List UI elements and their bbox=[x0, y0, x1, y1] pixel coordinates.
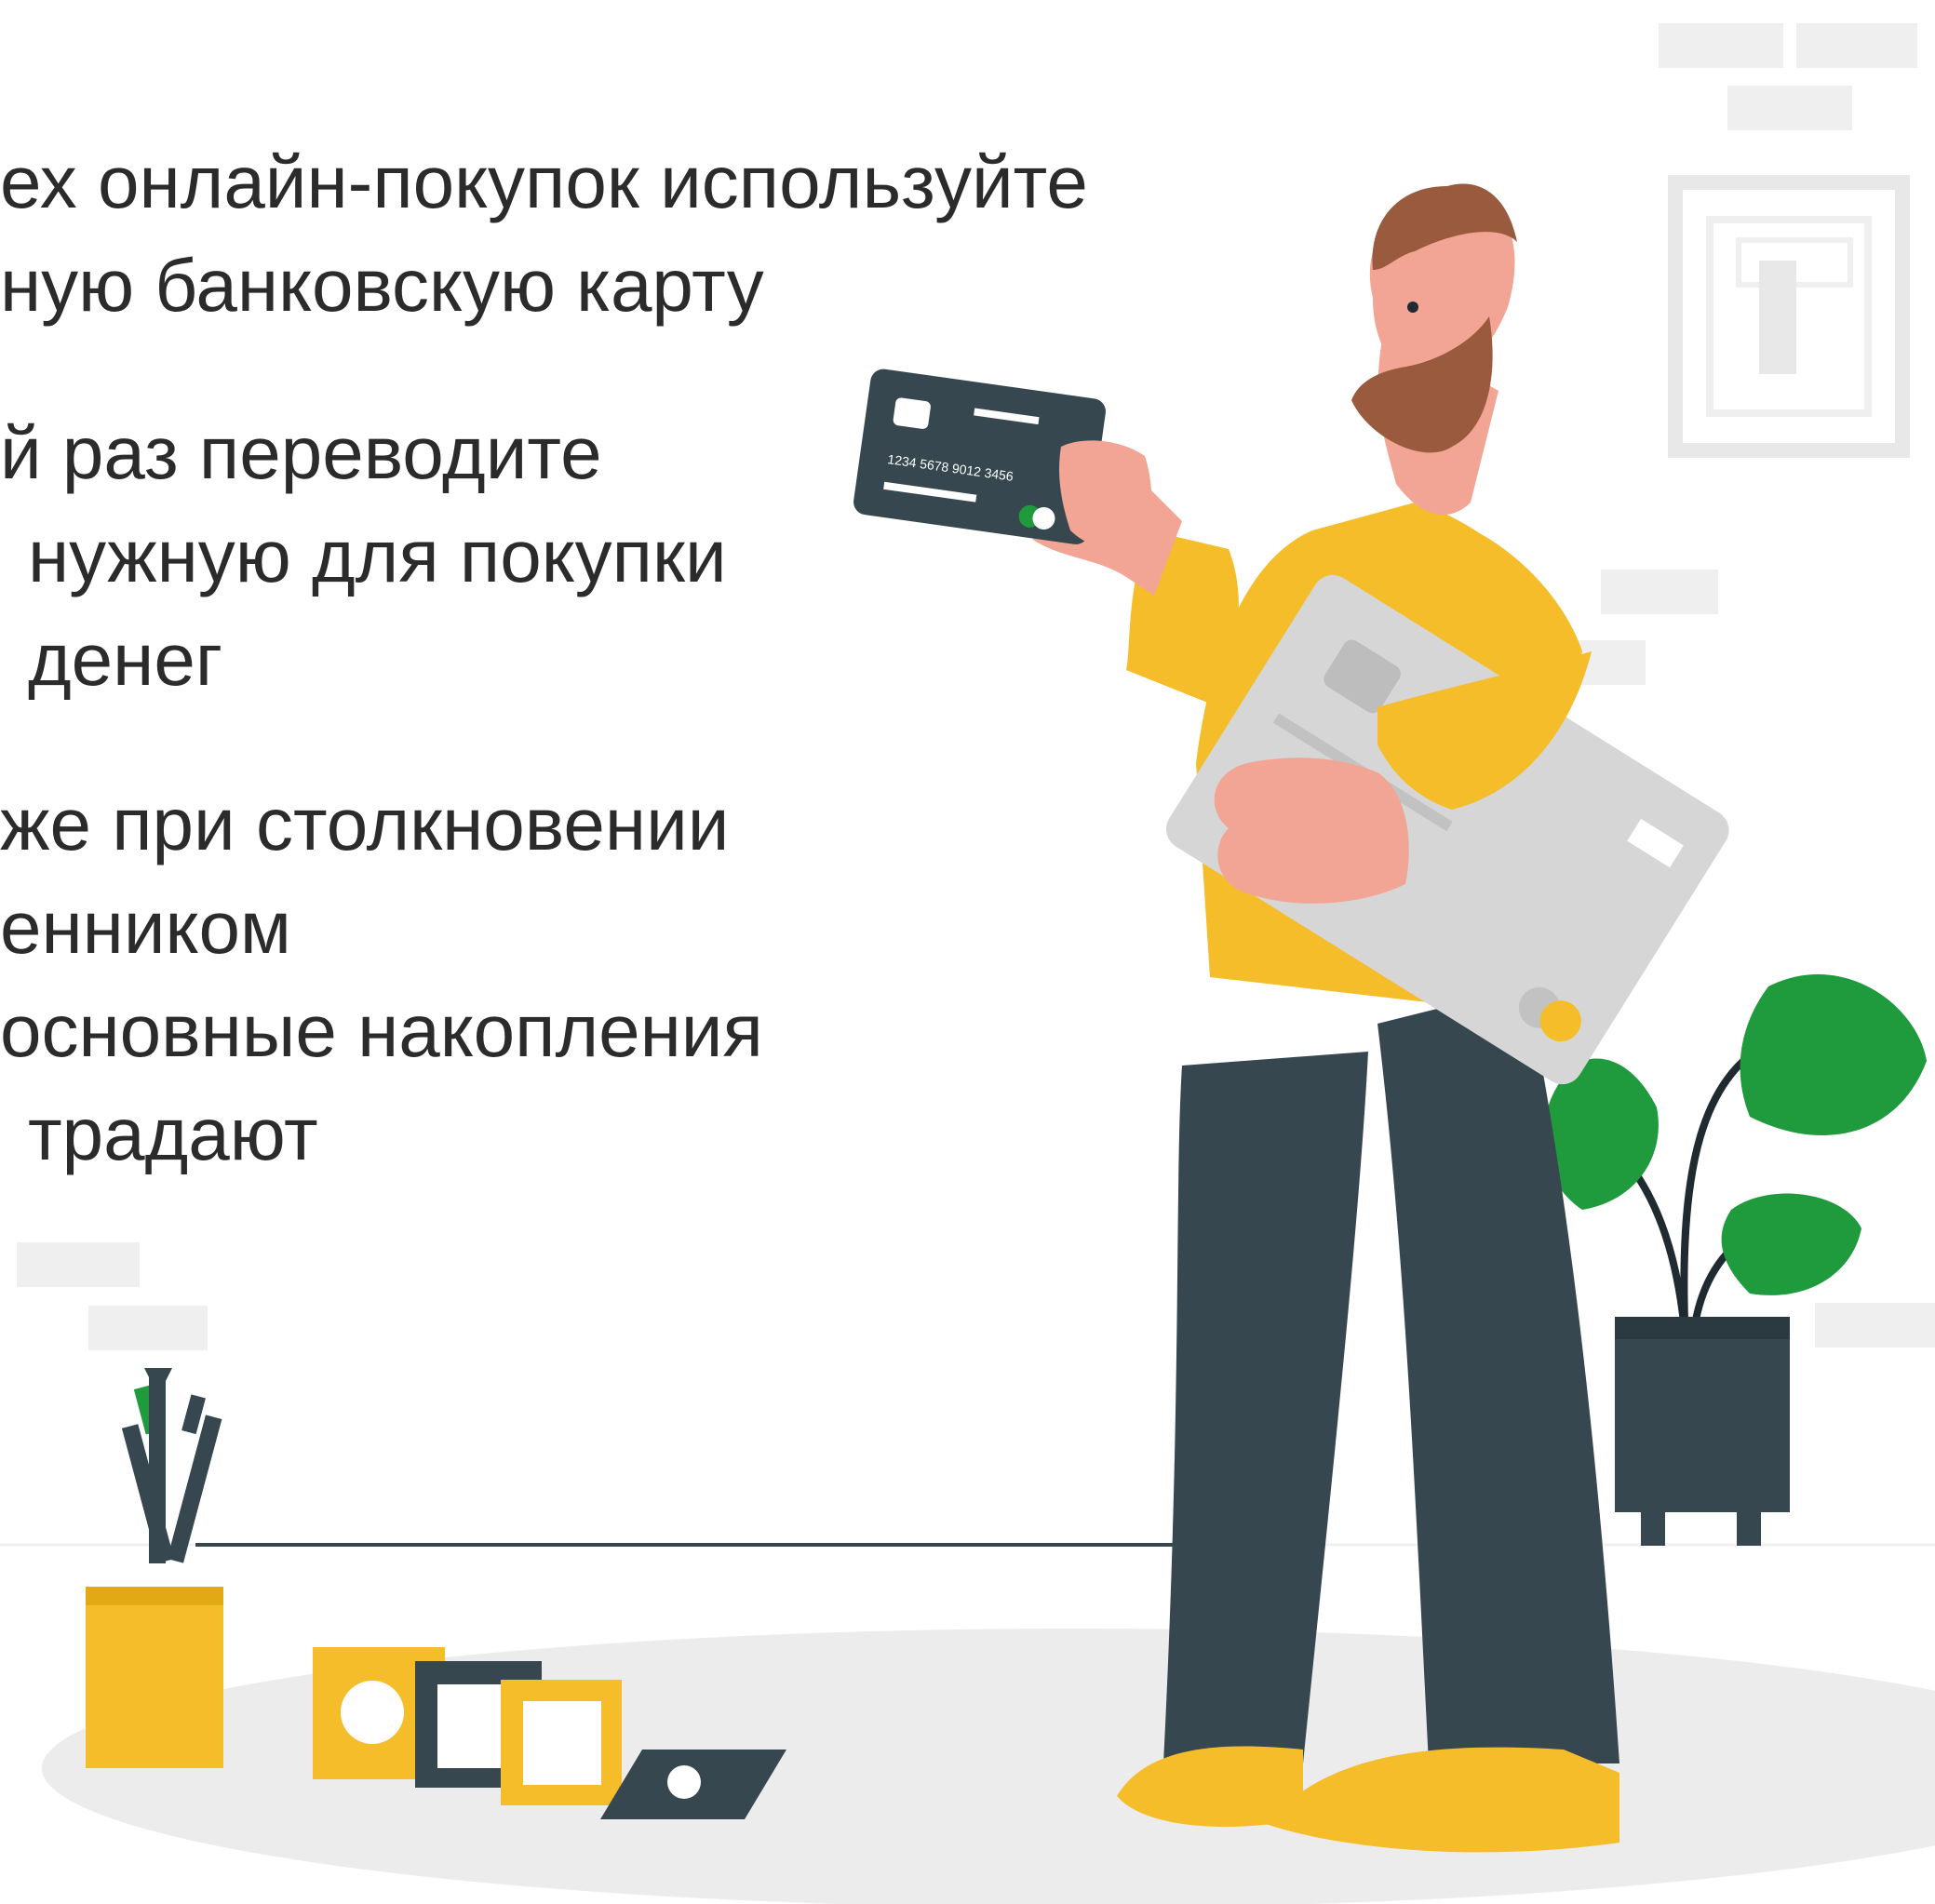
tip-3-line-1: же при столкновении bbox=[0, 783, 730, 865]
tip-3-line-4: традают bbox=[28, 1093, 318, 1175]
tip-2-line-2: нужную для покупки bbox=[28, 515, 727, 597]
tip-1-line-1: ех онлайн-покупок используйте bbox=[0, 141, 1088, 223]
tip-1: ех онлайн-покупок используйте ную банков… bbox=[0, 130, 1088, 337]
tip-2: й раз переводите нужную для покупки дене… bbox=[0, 401, 727, 711]
brush-cup bbox=[86, 1368, 223, 1768]
man-figure: 1234 5678 9012 3456 bbox=[853, 183, 1729, 1853]
wall-frame bbox=[1668, 175, 1910, 458]
potted-plant bbox=[1543, 974, 1927, 1546]
tip-2-line-1: й раз переводите bbox=[0, 411, 602, 494]
tip-2-line-3: денег bbox=[28, 618, 223, 701]
tip-3: же при столкновении енником основные нак… bbox=[0, 772, 763, 1186]
tip-1-line-2: ную банковскую карту bbox=[0, 244, 764, 327]
tip-3-line-3: основные накопления bbox=[0, 989, 763, 1072]
slide: 1234 5678 9012 3456 ех онлайн-покупок ис… bbox=[0, 0, 1935, 1904]
tip-3-line-2: енником bbox=[0, 886, 291, 969]
